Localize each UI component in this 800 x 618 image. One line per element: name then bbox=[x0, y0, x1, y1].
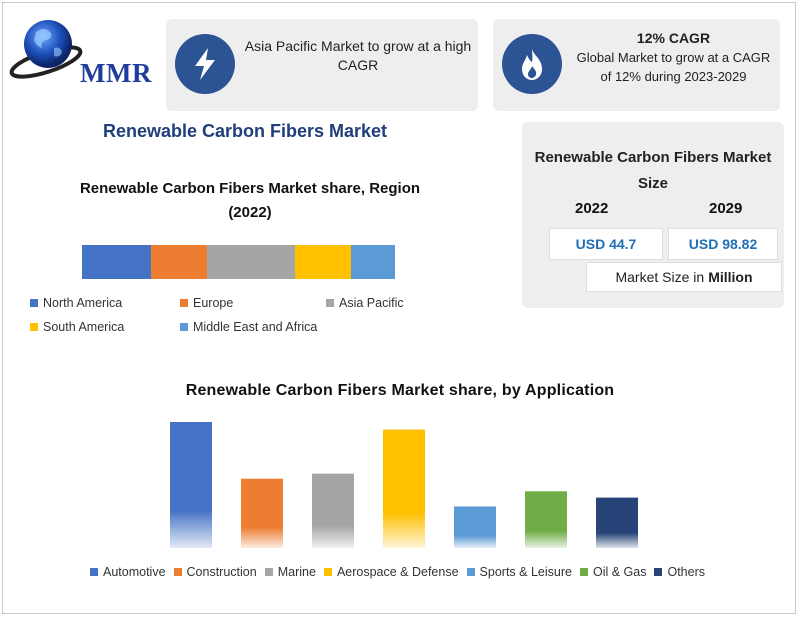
unit-prefix: Market Size in bbox=[615, 269, 705, 285]
info-circle bbox=[502, 34, 562, 94]
mmr-logo: MMR bbox=[8, 14, 158, 88]
legend-swatch bbox=[654, 568, 663, 576]
legend-swatch bbox=[326, 299, 334, 307]
legend-swatch bbox=[173, 568, 182, 576]
market-size-title: Renewable Carbon Fibers Market Size bbox=[534, 149, 772, 192]
info-card-cagr: 12% CAGR Global Market to grow at a CAGR… bbox=[493, 19, 780, 111]
region-segment-south-america bbox=[294, 245, 352, 279]
unit-label: Market Size in Million bbox=[586, 262, 782, 292]
legend-swatch bbox=[90, 568, 98, 576]
bar-sports-leisure bbox=[454, 506, 496, 548]
legend-item: Marine bbox=[264, 565, 316, 579]
year-2029-label: 2029 bbox=[709, 200, 743, 217]
cagr-text: Global Market to grow at a CAGR of 12% d… bbox=[576, 50, 771, 84]
bar-others bbox=[596, 497, 638, 548]
globe-icon bbox=[9, 20, 83, 79]
info-card-asia-pacific: Asia Pacific Market to grow at a high CA… bbox=[166, 19, 478, 111]
bar-oil-gas bbox=[525, 491, 567, 548]
legend-item: Construction bbox=[173, 565, 257, 579]
legend-label: Marine bbox=[277, 565, 316, 579]
legend-swatch bbox=[466, 568, 475, 576]
bar-automotive bbox=[170, 422, 212, 548]
legend-label: Middle East and Africa bbox=[193, 320, 318, 334]
legend-label: Construction bbox=[186, 565, 257, 579]
legend-swatch bbox=[264, 568, 273, 576]
value-2029: USD 98.82 bbox=[668, 228, 778, 260]
unit-bold: Million bbox=[708, 269, 753, 285]
legend-label: Sports & Leisure bbox=[479, 565, 572, 579]
bar-marine bbox=[312, 473, 354, 548]
legend-swatch bbox=[180, 299, 188, 307]
legend-item: North America bbox=[30, 296, 122, 310]
legend-swatch bbox=[180, 323, 188, 331]
legend-item: Sports & Leisure bbox=[466, 565, 572, 579]
legend-item: Europe bbox=[180, 296, 233, 310]
legend-swatch bbox=[30, 323, 38, 331]
legend-label: Asia Pacific bbox=[339, 296, 404, 310]
legend-label: Aerospace & Defense bbox=[336, 565, 459, 579]
flame-icon bbox=[522, 49, 542, 80]
legend-swatch bbox=[30, 299, 38, 307]
application-legend: Automotive Construction Marine Aerospace & … bbox=[90, 563, 730, 581]
legend-swatch bbox=[579, 568, 588, 576]
legend-item: Aerospace & Defense bbox=[323, 565, 459, 579]
region-chart-title: Renewable Carbon Fibers Market share, Re… bbox=[79, 180, 421, 221]
region-segment-europe bbox=[150, 245, 208, 279]
legend-item: Asia Pacific bbox=[326, 296, 404, 310]
info-text: 12% CAGR Global Market to grow at a CAGR… bbox=[571, 29, 776, 86]
application-bar-chart bbox=[170, 422, 638, 548]
lightning-icon bbox=[195, 48, 215, 80]
bar-construction bbox=[241, 478, 283, 548]
region-segment-asia-pacific bbox=[207, 245, 295, 279]
legend-label: Europe bbox=[193, 296, 234, 310]
legend-item: South America bbox=[30, 320, 124, 334]
market-size-card: Renewable Carbon Fibers Market Size 2022… bbox=[522, 122, 784, 308]
info-text: Asia Pacific Market to grow at a high CA… bbox=[244, 38, 472, 73]
region-segment-north-america bbox=[82, 245, 151, 279]
legend-item: Automotive bbox=[90, 565, 166, 579]
region-segment-middle-east-and-africa bbox=[351, 245, 395, 279]
legend-label: North America bbox=[43, 296, 123, 310]
legend-label: Automotive bbox=[103, 565, 166, 579]
application-chart-title: Renewable Carbon Fibers Market share, by… bbox=[185, 382, 615, 399]
legend-item: Others bbox=[654, 565, 705, 579]
cagr-heading: 12% CAGR bbox=[636, 30, 711, 46]
legend-swatch bbox=[323, 568, 332, 576]
region-stacked-bar bbox=[82, 245, 395, 279]
legend-label: Others bbox=[667, 565, 705, 579]
year-2022-label: 2022 bbox=[575, 200, 609, 217]
legend-label: South America bbox=[43, 320, 125, 334]
legend-label: Oil & Gas bbox=[592, 565, 647, 579]
info-circle bbox=[175, 34, 235, 94]
legend-item: Oil & Gas bbox=[579, 565, 647, 579]
legend-item: Middle East and Africa bbox=[180, 320, 317, 334]
page-title: Renewable Carbon Fibers Market bbox=[102, 121, 388, 141]
logo-text: MMR bbox=[80, 58, 152, 88]
bar-aerospace-defense bbox=[383, 429, 425, 548]
value-2022: USD 44.7 bbox=[549, 228, 663, 260]
